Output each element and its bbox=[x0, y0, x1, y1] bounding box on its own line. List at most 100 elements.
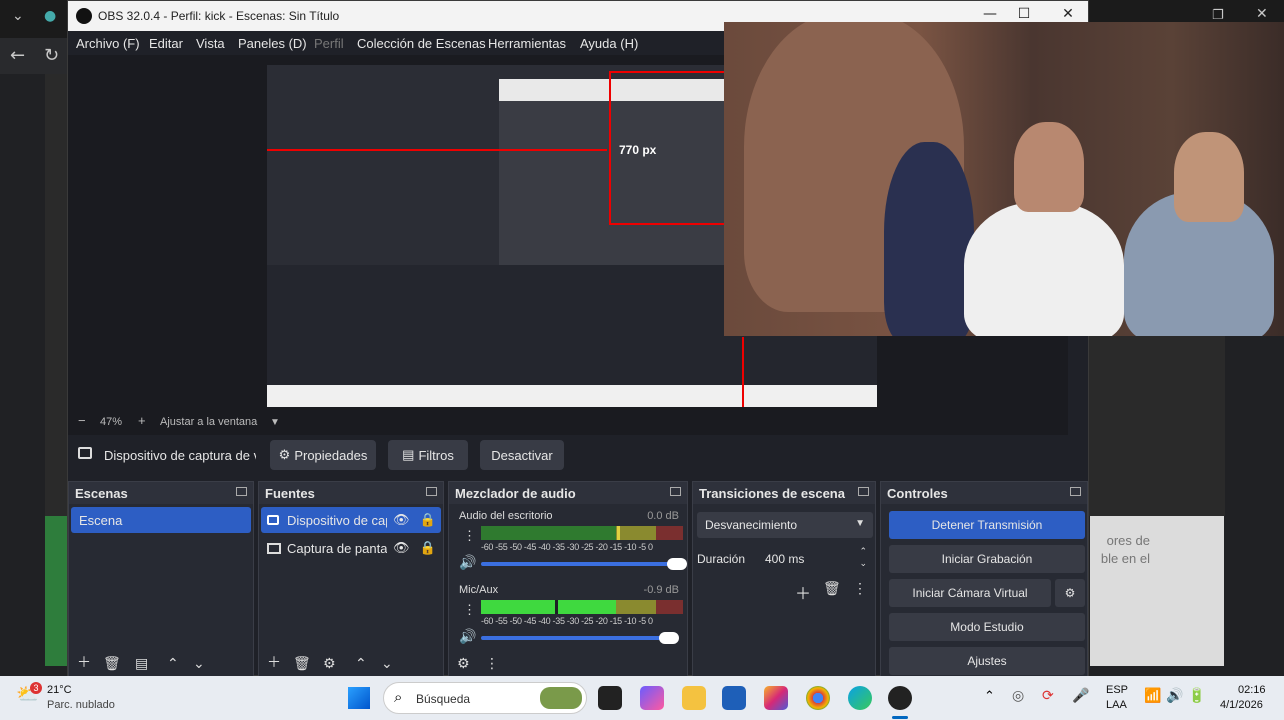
filters-button[interactable]: ▤ Filtros bbox=[388, 440, 468, 470]
filters-label: Filtros bbox=[418, 447, 454, 463]
edge-icon[interactable] bbox=[848, 686, 872, 710]
lock-icon[interactable]: 🔒 bbox=[420, 512, 436, 528]
microphone-icon[interactable]: 🎤 bbox=[1072, 687, 1089, 704]
menu-herramientas[interactable]: Herramientas bbox=[488, 36, 566, 51]
volume-icon[interactable]: 🔊 bbox=[1166, 687, 1183, 704]
start-recording-button[interactable]: Iniciar Grabación bbox=[889, 545, 1085, 573]
trash-icon[interactable]: 🗑 bbox=[293, 656, 311, 672]
instagram-icon[interactable] bbox=[764, 686, 788, 710]
source-item[interactable]: Dispositivo de cap 👁 🔒 bbox=[261, 507, 441, 533]
fit-window-label[interactable]: Ajustar a la ventana bbox=[160, 416, 257, 428]
tab-favicon-icon[interactable]: ● bbox=[44, 8, 56, 24]
gear-icon: ⚙ bbox=[278, 447, 291, 462]
volume-slider[interactable] bbox=[481, 558, 687, 570]
zoom-out-button[interactable]: − bbox=[78, 413, 86, 428]
reload-icon[interactable]: ↻ bbox=[44, 45, 59, 66]
filter-icon[interactable]: ▤ bbox=[135, 656, 148, 672]
kebab-icon[interactable]: ⋮ bbox=[853, 580, 867, 597]
file-explorer-icon[interactable] bbox=[682, 686, 706, 710]
menu-ayuda[interactable]: Ayuda (H) bbox=[580, 36, 638, 51]
undock-icon[interactable] bbox=[426, 487, 437, 496]
properties-label: Propiedades bbox=[294, 447, 368, 463]
add-icon[interactable]: ＋ bbox=[77, 652, 91, 672]
chrome-icon[interactable] bbox=[806, 686, 830, 710]
properties-button[interactable]: ⚙ Propiedades bbox=[270, 440, 376, 470]
clock-time[interactable]: 02:16 bbox=[1238, 684, 1266, 696]
copilot-icon[interactable] bbox=[640, 686, 664, 710]
studio-mode-button[interactable]: Modo Estudio bbox=[889, 613, 1085, 641]
speaker-icon[interactable]: 🔊 bbox=[459, 628, 476, 645]
duration-input[interactable]: 400 ms ⌃ ⌄ bbox=[755, 546, 873, 572]
gear-icon[interactable]: ⚙ bbox=[457, 656, 470, 672]
trash-icon[interactable]: 🗑 bbox=[823, 580, 841, 597]
keyboard-layout[interactable]: LAA bbox=[1106, 699, 1127, 711]
menu-coleccion-escenas[interactable]: Colección de Escenas bbox=[357, 36, 486, 51]
transition-select[interactable]: Desvanecimiento ▼ bbox=[697, 512, 873, 538]
menu-paneles[interactable]: Paneles (D) bbox=[238, 36, 307, 51]
maximize-icon[interactable]: ☐ bbox=[1012, 6, 1036, 22]
chevron-down-icon[interactable]: ⌄ bbox=[12, 8, 24, 24]
menu-archivo[interactable]: Archivo (F) bbox=[76, 36, 140, 51]
gear-icon[interactable]: ⚙ bbox=[323, 656, 336, 672]
undock-icon[interactable] bbox=[1070, 487, 1081, 496]
duration-label: Duración bbox=[697, 552, 746, 566]
bounding-box-bottom bbox=[609, 223, 729, 225]
speaker-icon[interactable]: 🔊 bbox=[459, 554, 476, 571]
undock-icon[interactable] bbox=[670, 487, 681, 496]
add-icon[interactable]: ＋ bbox=[795, 580, 811, 604]
settings-button[interactable]: Ajustes bbox=[889, 647, 1085, 675]
windows-start-icon[interactable] bbox=[348, 687, 370, 709]
menu-perfil[interactable]: Perfil bbox=[314, 36, 344, 51]
kebab-icon[interactable]: ⋮ bbox=[463, 528, 476, 544]
battery-icon[interactable]: 🔋 bbox=[1188, 687, 1205, 704]
down-icon[interactable]: ⌄ bbox=[193, 656, 205, 672]
undock-icon[interactable] bbox=[858, 487, 869, 496]
deactivate-button[interactable]: Desactivar bbox=[480, 440, 564, 470]
obs-taskbar-icon[interactable] bbox=[888, 686, 912, 710]
clock-date[interactable]: 4/1/2026 bbox=[1220, 699, 1263, 711]
stop-streaming-button[interactable]: Detener Transmisión bbox=[889, 511, 1085, 539]
store-icon[interactable] bbox=[722, 686, 746, 710]
down-icon[interactable]: ⌄ bbox=[381, 656, 393, 672]
browser-close-icon[interactable]: ✕ bbox=[1256, 6, 1268, 22]
taskbar-search[interactable]: ⌕ Búsqueda bbox=[383, 682, 587, 714]
stepper-down-icon[interactable]: ⌄ bbox=[859, 558, 867, 569]
slider-knob[interactable] bbox=[667, 558, 687, 570]
lock-icon[interactable]: 🔒 bbox=[420, 540, 436, 556]
trash-icon[interactable]: 🗑 bbox=[103, 656, 121, 672]
back-icon[interactable]: ← bbox=[10, 45, 25, 66]
transitions-dock: Transiciones de escena Desvanecimiento ▼… bbox=[692, 481, 876, 677]
source-item[interactable]: Captura de panta 👁 🔒 bbox=[261, 535, 441, 561]
slider-knob[interactable] bbox=[659, 632, 679, 644]
start-virtual-camera-button[interactable]: Iniciar Cámara Virtual bbox=[889, 579, 1051, 607]
add-icon[interactable]: ＋ bbox=[267, 652, 281, 672]
browser-restore-icon[interactable]: ❐ bbox=[1212, 8, 1224, 23]
stepper-up-icon[interactable]: ⌃ bbox=[859, 546, 867, 557]
menu-editar[interactable]: Editar bbox=[149, 36, 183, 51]
sync-icon[interactable]: ⟳ bbox=[1042, 687, 1054, 704]
close-icon[interactable]: ✕ bbox=[1056, 6, 1080, 22]
volume-slider[interactable] bbox=[481, 632, 679, 644]
kebab-icon[interactable]: ⋮ bbox=[485, 656, 499, 672]
tray-chevron-icon[interactable]: ⌃ bbox=[984, 688, 995, 704]
language-code[interactable]: ESP bbox=[1106, 684, 1128, 696]
minimize-icon[interactable]: — bbox=[978, 6, 1002, 22]
meter-scale: -60 -55 -50 -45 -40 -35 -30 -25 -20 -15 … bbox=[481, 542, 653, 552]
virtual-camera-settings-button[interactable]: ⚙ bbox=[1055, 579, 1085, 607]
visibility-icon[interactable]: 👁 bbox=[393, 540, 410, 556]
wifi-icon[interactable]: 📶 bbox=[1144, 687, 1161, 704]
mixer-header: Mezclador de audio bbox=[449, 482, 687, 504]
fit-dropdown-icon[interactable]: ▼ bbox=[270, 417, 280, 428]
duration-value: 400 ms bbox=[765, 552, 805, 566]
task-view-icon[interactable] bbox=[598, 686, 622, 710]
kebab-icon[interactable]: ⋮ bbox=[463, 602, 476, 618]
undock-icon[interactable] bbox=[236, 487, 247, 496]
scene-item[interactable]: Escena bbox=[71, 507, 251, 533]
scenes-title: Escenas bbox=[75, 486, 128, 501]
visibility-icon[interactable]: 👁 bbox=[393, 512, 410, 528]
up-icon[interactable]: ⌃ bbox=[355, 656, 367, 672]
zoom-in-button[interactable]: + bbox=[138, 413, 146, 428]
up-icon[interactable]: ⌃ bbox=[167, 656, 179, 672]
menu-vista[interactable]: Vista bbox=[196, 36, 225, 51]
tray-icon[interactable]: ◎ bbox=[1012, 687, 1024, 704]
